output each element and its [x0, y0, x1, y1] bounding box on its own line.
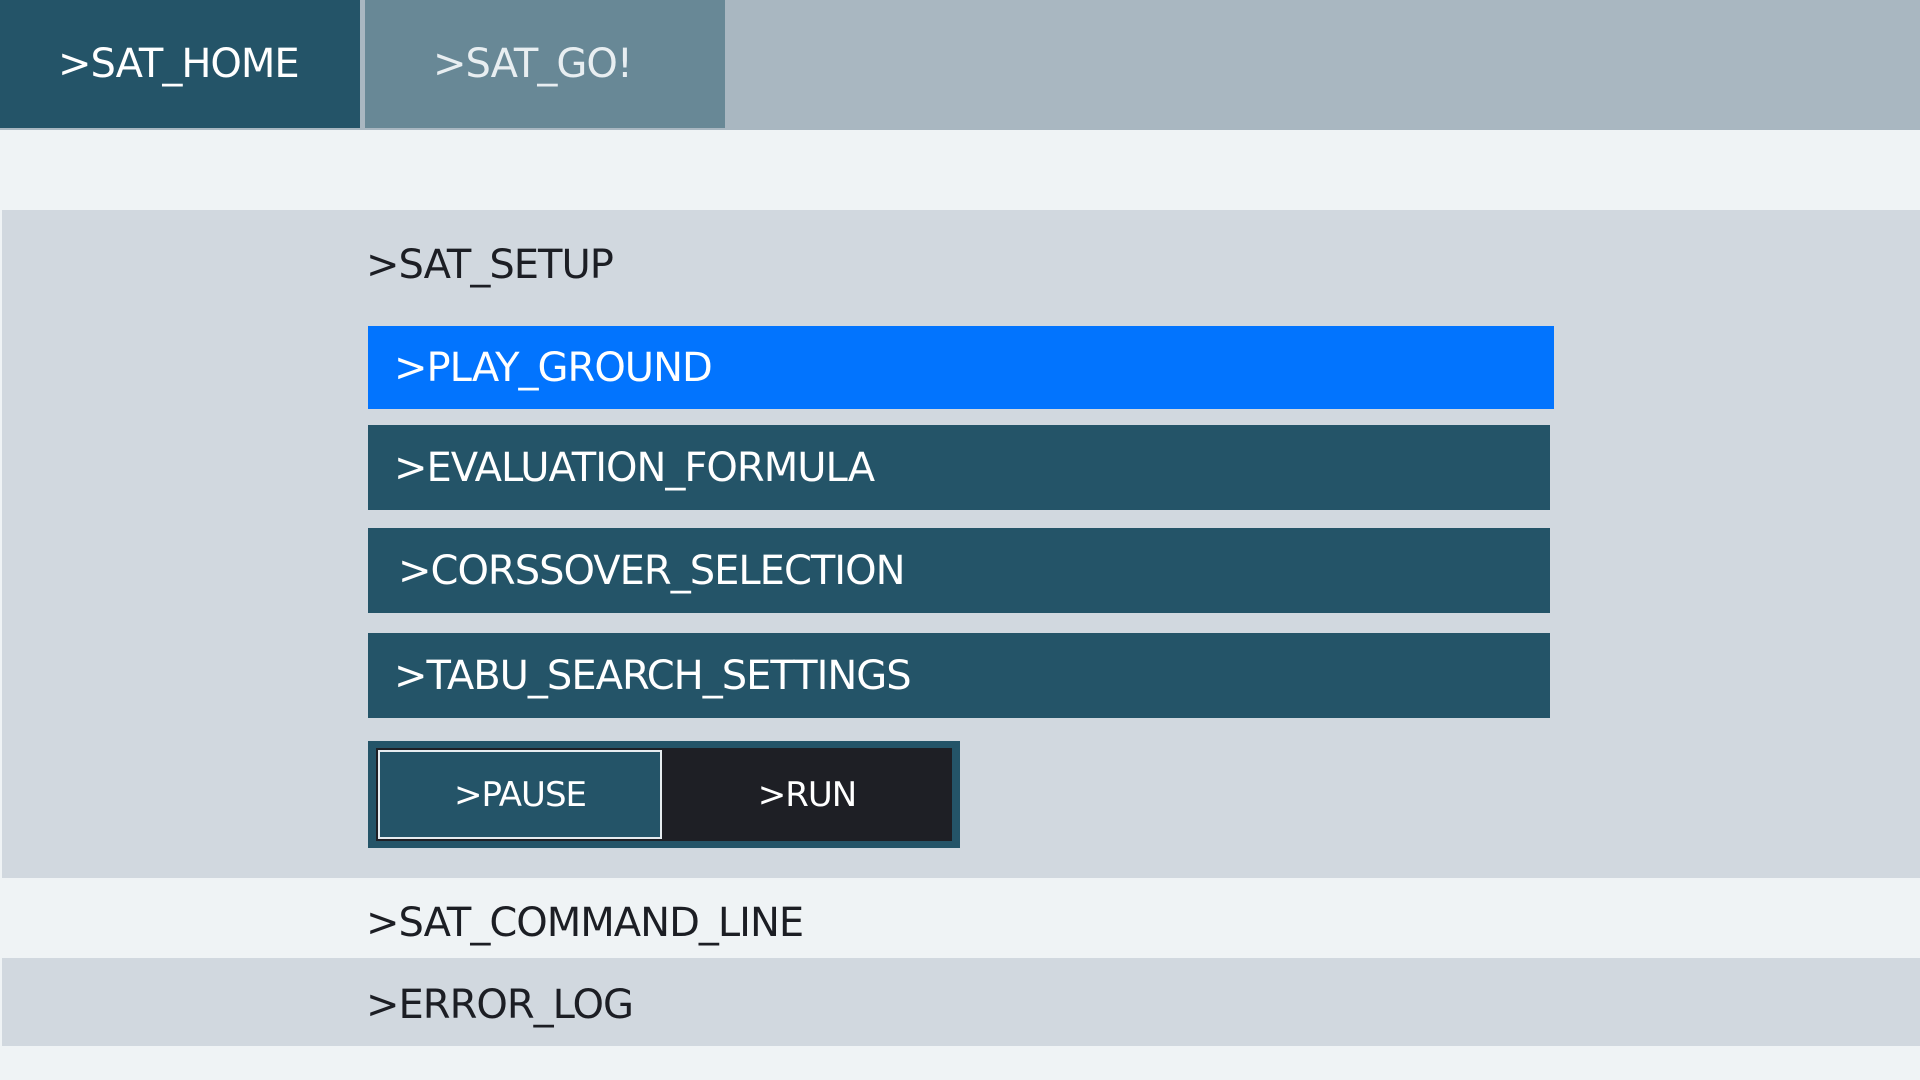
tab-sat-go[interactable]: >SAT_GO! [365, 0, 725, 128]
sat-setup-section: >SAT_SETUP >PLAY_GROUND >EVALUATION_FORM… [2, 210, 1920, 878]
tab-sat-home-label: >SAT_HOME [58, 41, 300, 87]
evaluation-formula-button[interactable]: >EVALUATION_FORMULA [368, 425, 1550, 510]
crossover-selection-label: >CORSSOVER_SELECTION [398, 547, 906, 594]
top-tab-bar: >SAT_HOME >SAT_GO! [0, 0, 1920, 130]
tab-sat-go-label: >SAT_GO! [433, 41, 633, 87]
pause-run-toggle: >PAUSE >RUN [368, 741, 960, 848]
pause-run-toggle-track: >PAUSE >RUN [376, 748, 952, 841]
error-log-section[interactable]: >ERROR_LOG [2, 958, 1920, 1046]
run-button[interactable]: >RUN [662, 748, 952, 841]
tabu-search-settings-button[interactable]: >TABU_SEARCH_SETTINGS [368, 633, 1550, 718]
error-log-title: >ERROR_LOG [366, 982, 634, 1028]
sat-setup-title: >SAT_SETUP [366, 242, 614, 288]
tabu-search-settings-label: >TABU_SEARCH_SETTINGS [394, 652, 912, 699]
play-ground-button[interactable]: >PLAY_GROUND [368, 326, 1554, 409]
sat-command-line-section[interactable]: >SAT_COMMAND_LINE [2, 878, 1920, 958]
sat-command-line-title: >SAT_COMMAND_LINE [366, 900, 804, 946]
pause-button[interactable]: >PAUSE [378, 750, 662, 839]
play-ground-label: >PLAY_GROUND [394, 344, 713, 391]
app-root: >SAT_HOME >SAT_GO! >SAT_SETUP >PLAY_GROU… [0, 0, 1920, 1080]
crossover-selection-button[interactable]: >CORSSOVER_SELECTION [368, 528, 1550, 613]
tab-sat-home[interactable]: >SAT_HOME [0, 0, 360, 128]
evaluation-formula-label: >EVALUATION_FORMULA [394, 444, 875, 491]
